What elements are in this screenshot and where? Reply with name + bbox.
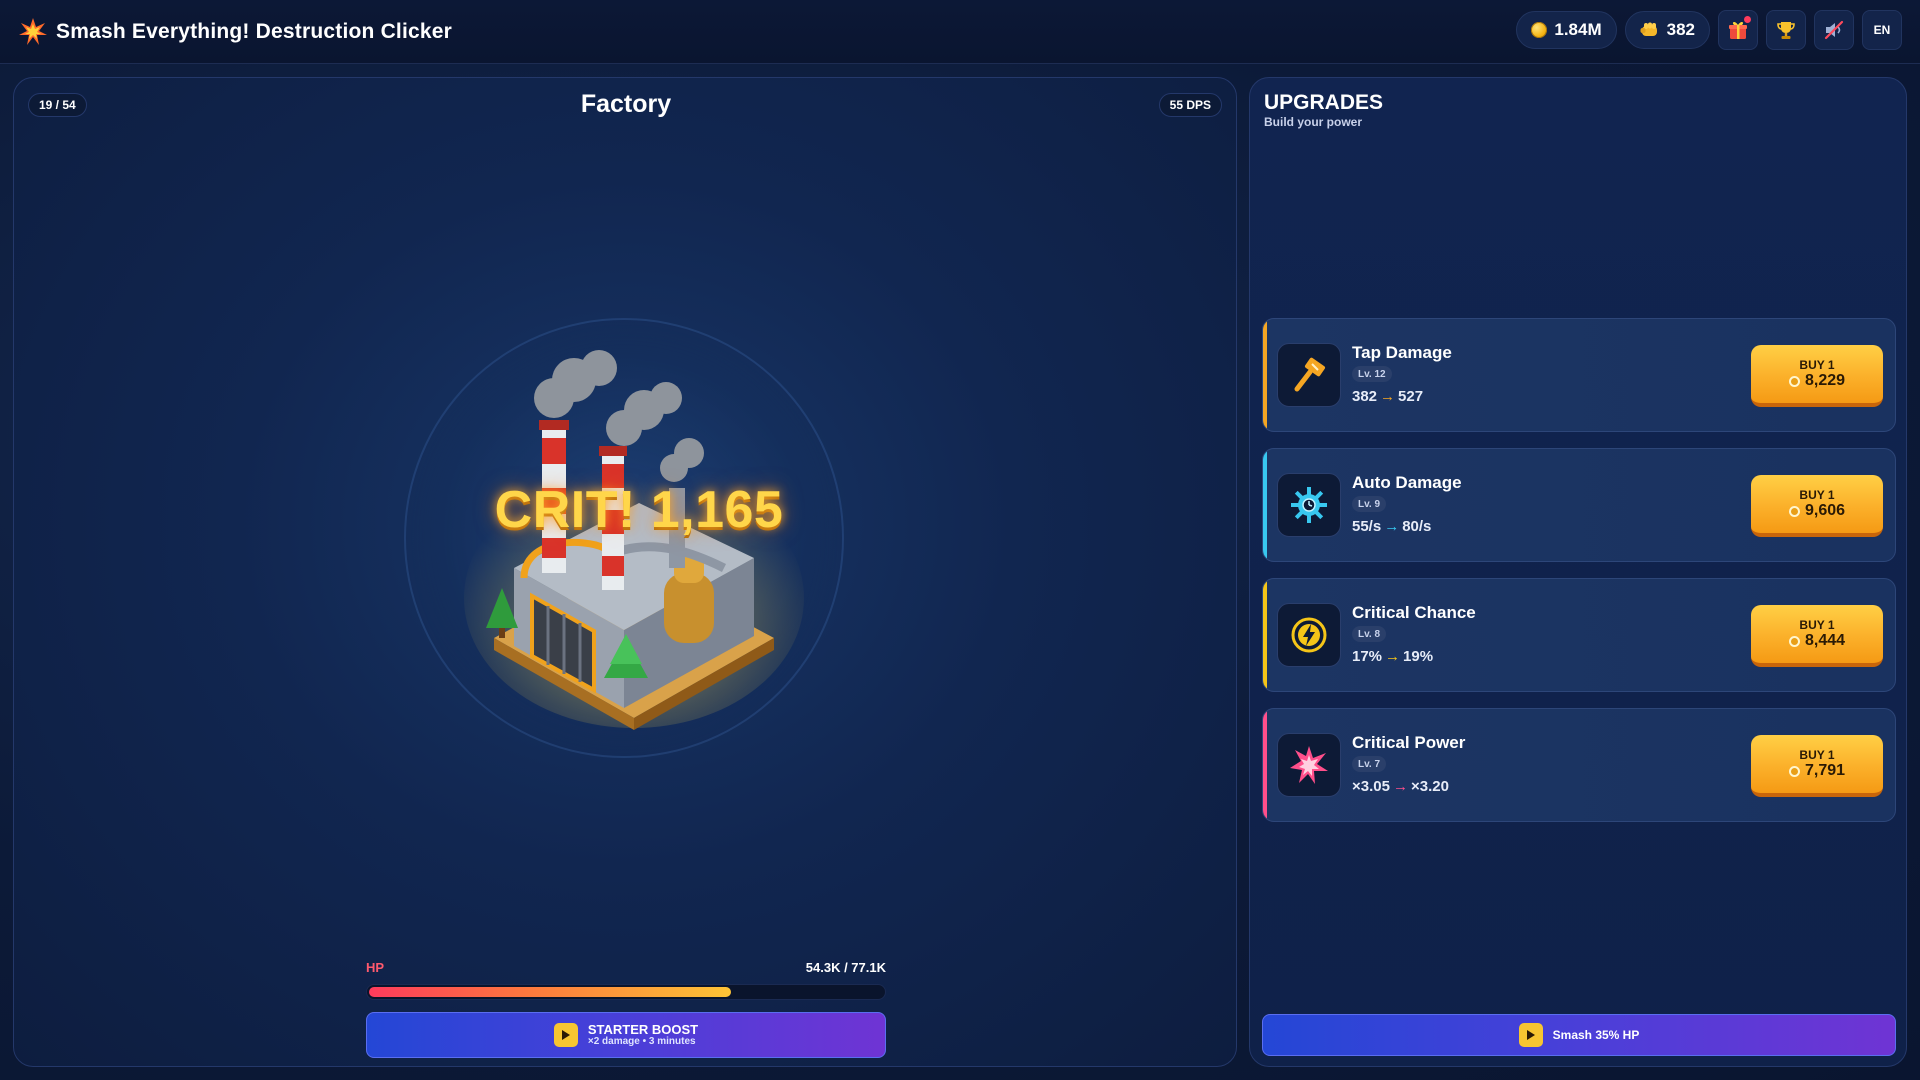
coin-icon <box>1531 22 1548 38</box>
stat-to: 80/s <box>1402 518 1432 535</box>
brand: Smash Everything! Destruction Clicker <box>18 17 452 47</box>
stat-to: 19% <box>1403 648 1434 665</box>
upgrade-stat: ×3.05 → ×3.20 <box>1352 778 1449 795</box>
starter-boost-button[interactable]: STARTER BOOST ×2 damage • 3 minutes <box>366 1012 886 1058</box>
smash-hp-button[interactable]: Smash 35% HP <box>1262 1014 1896 1056</box>
leaderboard-button[interactable] <box>1766 10 1806 50</box>
hp-value: 54.3K / 77.1K <box>805 959 886 975</box>
stat-from: 17% <box>1352 648 1383 665</box>
buy-auto-damage-button[interactable]: BUY 1 9,606 <box>1751 475 1883 537</box>
battle-arena: 19 / 54 Factory 55 DPS CRIT! 1,165 HP 54… <box>13 77 1237 1067</box>
boost-subtitle: ×2 damage • 3 minutes <box>587 1035 696 1047</box>
upgrade-stat: 382 → 527 <box>1352 388 1423 405</box>
play-icon <box>1518 1023 1543 1047</box>
hp-bar <box>366 984 886 1000</box>
language-label: EN <box>1873 23 1891 37</box>
buy-price: 7,791 <box>1804 762 1846 779</box>
card-accent <box>1263 319 1267 431</box>
upgrades-panel: UPGRADES Build your power Tap Damage Lv.… <box>1249 77 1907 1067</box>
buy-label: BUY 1 <box>1799 488 1835 502</box>
buy-critical-chance-button[interactable]: BUY 1 8,444 <box>1751 605 1883 667</box>
arrow-right-icon: → <box>1380 388 1396 405</box>
arrow-right-icon: → <box>1384 518 1400 535</box>
fist-icon <box>1640 22 1657 36</box>
stat-to: 527 <box>1398 388 1424 405</box>
hammer-icon <box>1294 357 1326 392</box>
card-accent <box>1263 579 1267 691</box>
arrow-right-icon: → <box>1385 648 1401 665</box>
buy-label: BUY 1 <box>1799 358 1835 372</box>
app-title: Smash Everything! Destruction Clicker <box>56 19 453 43</box>
upgrade-name: Tap Damage <box>1352 343 1452 362</box>
buy-label: BUY 1 <box>1799 618 1835 632</box>
stat-from: 55/s <box>1352 518 1382 535</box>
buy-price: 9,606 <box>1804 502 1846 519</box>
upgrade-card-critical-power: Critical Power Lv. 7 ×3.05 → ×3.20 BUY 1 7… <box>1262 708 1896 822</box>
language-button[interactable]: EN <box>1862 10 1902 50</box>
upgrade-stat: 55/s → 80/s <box>1352 518 1431 535</box>
stat-from: 382 <box>1352 388 1378 405</box>
dps-badge: 55 DPS <box>1158 93 1222 117</box>
trophy-icon <box>1777 22 1795 39</box>
upgrade-card-tap-damage: Tap Damage Lv. 12 382 → 527 BUY 1 8,229 <box>1262 318 1896 432</box>
hp-block: HP 54.3K / 77.1K STARTER BOOST ×2 damage… <box>366 958 886 1058</box>
card-accent <box>1263 449 1267 561</box>
buy-price: 8,444 <box>1804 632 1846 649</box>
coin-icon <box>1788 765 1800 777</box>
buy-tap-damage-button[interactable]: BUY 1 8,229 <box>1751 345 1883 407</box>
upgrade-card-critical-chance: Critical Chance Lv. 8 17% → 19% BUY 1 8,44… <box>1262 578 1896 692</box>
area-title: Factory <box>580 90 672 118</box>
coins-value: 1.84M <box>1554 20 1602 39</box>
upgrade-card-auto-damage: Auto Damage Lv. 9 55/s → 80/s BUY 1 9,606 <box>1262 448 1896 562</box>
upgrades-title: UPGRADES <box>1264 91 1384 114</box>
upgrade-name: Critical Chance <box>1352 603 1476 622</box>
notification-dot <box>1744 16 1751 23</box>
tap-power-counter: 382 <box>1624 11 1710 49</box>
upgrade-name: Auto Damage <box>1352 473 1462 492</box>
coins-counter: 1.84M <box>1516 11 1617 49</box>
crit-popup: CRIT! 1,165 <box>494 481 784 539</box>
lightning-icon <box>1291 617 1327 653</box>
upgrade-name: Critical Power <box>1352 733 1466 752</box>
play-icon <box>553 1023 578 1047</box>
stat-to: ×3.20 <box>1410 778 1449 795</box>
gift-button[interactable] <box>1718 10 1758 50</box>
upgrade-level: Lv. 12 <box>1352 366 1392 382</box>
card-accent <box>1263 709 1267 821</box>
buy-critical-power-button[interactable]: BUY 1 7,791 <box>1751 735 1883 797</box>
buy-label: BUY 1 <box>1799 748 1835 762</box>
upgrade-level: Lv. 9 <box>1352 496 1387 512</box>
smash-label: Smash 35% HP <box>1552 1028 1640 1042</box>
sound-toggle-button[interactable] <box>1814 10 1854 50</box>
explosion-icon <box>19 17 47 45</box>
mute-icon <box>1824 20 1844 40</box>
boost-title: STARTER BOOST <box>587 1021 699 1037</box>
coin-icon <box>1788 375 1800 387</box>
upgrades-subtitle: Build your power <box>1264 115 1363 129</box>
coin-icon <box>1788 635 1800 647</box>
coin-icon <box>1788 505 1800 517</box>
gear-icon <box>1291 487 1327 523</box>
hp-bar-fill <box>369 987 731 997</box>
stat-from: ×3.05 <box>1352 778 1390 795</box>
tap-power-value: 382 <box>1666 20 1695 39</box>
upgrade-level: Lv. 8 <box>1352 626 1387 642</box>
top-bar: Smash Everything! Destruction Clicker 1.… <box>0 0 1920 64</box>
arrow-right-icon: → <box>1392 778 1408 795</box>
upgrade-level: Lv. 7 <box>1352 756 1387 772</box>
upgrade-stat: 17% → 19% <box>1352 648 1433 665</box>
buy-price: 8,229 <box>1804 372 1846 389</box>
hp-label: HP <box>366 959 385 975</box>
burst-icon <box>1290 746 1328 784</box>
